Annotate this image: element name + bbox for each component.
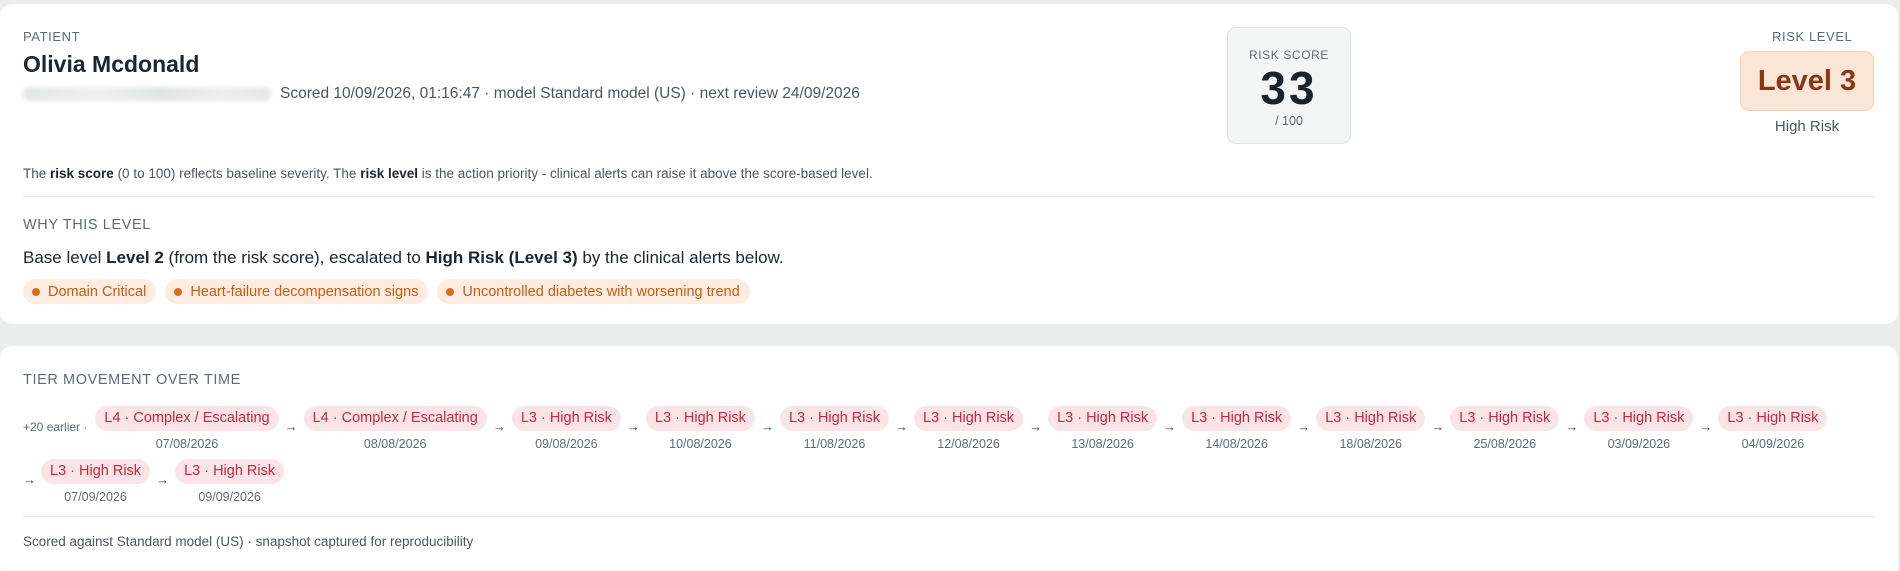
- alert-dot-icon: [446, 287, 455, 296]
- arrow-right-icon: →: [156, 472, 170, 487]
- explanation-term-level: risk level: [360, 166, 418, 181]
- risk-level-badge: Level 3: [1740, 51, 1874, 111]
- model-snapshot-note: Scored against Standard model (US) · sna…: [23, 534, 474, 549]
- tier-pill: L3 · High Risk: [1048, 406, 1158, 431]
- tier-pill: L3 · High Risk: [1182, 406, 1292, 431]
- arrow-right-icon: →: [626, 419, 640, 434]
- alert-dot-icon: [32, 287, 40, 296]
- tier-timeline-row: +20 earlier · L4 · Complex / Escalating 0…: [23, 406, 1828, 451]
- arrow-right-icon: →: [1297, 419, 1311, 434]
- tier-pill: L3 · High Risk: [511, 406, 621, 431]
- tier-movement-heading: TIER MOVEMENT OVER TIME: [23, 372, 241, 388]
- tier-step: L4 · Complex / Escalating 07/08/2026: [95, 406, 279, 451]
- tier-date: 08/08/2026: [363, 437, 427, 451]
- alert-dot-icon: [174, 287, 183, 296]
- tier-date: 12/08/2026: [937, 437, 1000, 451]
- why-text-part: Base level: [23, 248, 107, 267]
- risk-level-label: RISK LEVEL: [1772, 29, 1853, 44]
- tier-date: 14/08/2026: [1205, 437, 1268, 451]
- scoring-details: Scored 10/09/2026, 01:16:47 · model Stan…: [280, 85, 860, 102]
- why-level-text: Base level Level 2 (from the risk score)…: [23, 248, 784, 268]
- risk-score-value: 33: [1260, 62, 1318, 114]
- tier-step: L3 · High Risk 09/08/2026: [511, 406, 621, 451]
- tier-pill: L4 · Complex / Escalating: [303, 406, 487, 431]
- tier-date: 13/08/2026: [1071, 437, 1134, 451]
- patient-meta: Scored 10/09/2026, 01:16:47 · model Stan…: [23, 85, 860, 103]
- tier-step: L4 · Complex / Escalating 08/08/2026: [303, 406, 487, 451]
- tier-step: L3 · High Risk 14/08/2026: [1182, 406, 1292, 451]
- arrow-right-icon: →: [1431, 419, 1445, 434]
- tier-step: L3 · High Risk 11/08/2026: [779, 406, 889, 451]
- arrow-right-icon: →: [492, 419, 506, 434]
- earlier-count: +20 earlier ·: [23, 420, 88, 434]
- tier-pill: L3 · High Risk: [1584, 406, 1694, 431]
- risk-score-max: / 100: [1275, 114, 1303, 128]
- alert-label: Uncontrolled diabetes with worsening tre…: [462, 283, 740, 300]
- tier-date: 04/09/2026: [1741, 437, 1805, 451]
- tier-step: L3 · High Risk 18/08/2026: [1316, 406, 1426, 451]
- divider: [23, 196, 1875, 197]
- why-text-part: (from the risk score), escalated to: [163, 248, 426, 267]
- arrow-right-icon: →: [284, 419, 298, 434]
- why-text-part: by the clinical alerts below.: [577, 248, 784, 267]
- tier-step: L3 · High Risk 10/08/2026: [645, 406, 755, 451]
- why-level-heading: WHY THIS LEVEL: [23, 217, 151, 233]
- escalated-level: High Risk (Level 3): [425, 248, 578, 267]
- alert-label: Domain Critical: [48, 283, 147, 300]
- divider: [23, 516, 1875, 517]
- tier-pill: L3 · High Risk: [645, 406, 755, 431]
- tier-step: L3 · High Risk 07/09/2026: [41, 459, 151, 504]
- tier-step: L3 · High Risk 12/08/2026: [914, 406, 1024, 451]
- tier-pill: L3 · High Risk: [1316, 406, 1426, 431]
- arrow-right-icon: →: [1163, 419, 1177, 434]
- tier-pill: L3 · High Risk: [1450, 406, 1560, 431]
- tier-movement-card: TIER MOVEMENT OVER TIME +20 earlier · L4…: [0, 346, 1898, 571]
- tier-pill: L4 · Complex / Escalating: [95, 406, 279, 431]
- tier-pill: L3 · High Risk: [175, 459, 285, 484]
- arrow-right-icon: →: [23, 472, 36, 487]
- score-explanation: The risk score (0 to 100) reflects basel…: [23, 166, 873, 181]
- tier-date: 11/08/2026: [803, 437, 866, 451]
- risk-score-label: RISK SCORE: [1248, 48, 1329, 62]
- arrow-right-icon: →: [1699, 419, 1713, 434]
- patient-label: PATIENT: [23, 29, 81, 44]
- risk-score-box: RISK SCORE 33 / 100: [1227, 27, 1351, 144]
- risk-level-name: High Risk: [1774, 118, 1840, 135]
- tier-pill: L3 · High Risk: [1718, 406, 1828, 431]
- alert-chip: Heart-failure decompensation signs: [165, 279, 429, 304]
- tier-step: L3 · High Risk 25/08/2026: [1450, 406, 1560, 451]
- risk-summary-card: PATIENT Olivia Mcdonald Scored 10/09/202…: [0, 4, 1898, 324]
- tier-date: 09/09/2026: [198, 490, 261, 504]
- tier-date: 09/08/2026: [535, 437, 598, 451]
- explanation-text: The: [23, 166, 51, 181]
- tier-date: 10/08/2026: [669, 437, 732, 451]
- tier-step: L3 · High Risk 09/09/2026: [175, 459, 285, 504]
- alert-label: Heart-failure decompensation signs: [190, 283, 419, 300]
- explanation-term-score: risk score: [50, 166, 114, 181]
- tier-date: 07/09/2026: [64, 490, 127, 504]
- arrow-right-icon: →: [760, 419, 774, 434]
- base-level: Level 2: [106, 248, 164, 267]
- tier-date: 03/09/2026: [1607, 437, 1671, 451]
- arrow-right-icon: →: [1029, 419, 1043, 434]
- tier-date: 25/08/2026: [1473, 437, 1537, 451]
- tier-step: L3 · High Risk 13/08/2026: [1048, 406, 1158, 451]
- redacted-patient-id: [23, 87, 271, 101]
- arrow-right-icon: →: [1565, 419, 1579, 434]
- explanation-text: is the action priority - clinical alerts…: [417, 166, 873, 181]
- explanation-text: (0 to 100) reflects baseline severity. T…: [113, 166, 361, 181]
- tier-date: 07/08/2026: [155, 437, 219, 451]
- tier-pill: L3 · High Risk: [914, 406, 1024, 431]
- arrow-right-icon: →: [895, 419, 908, 434]
- clinical-alerts: Domain Critical Heart-failure decompensa…: [23, 279, 750, 304]
- tier-timeline-row: → L3 · High Risk 07/09/2026 → L3 · High R…: [23, 459, 285, 504]
- tier-pill: L3 · High Risk: [779, 406, 889, 431]
- tier-date: 18/08/2026: [1339, 437, 1402, 451]
- tier-pill: L3 · High Risk: [41, 459, 151, 484]
- tier-step: L3 · High Risk 04/09/2026: [1718, 406, 1828, 451]
- alert-chip: Domain Critical: [23, 279, 157, 304]
- tier-step: L3 · High Risk 03/09/2026: [1584, 406, 1694, 451]
- alert-chip: Uncontrolled diabetes with worsening tre…: [437, 279, 750, 304]
- patient-name: Olivia Mcdonald: [23, 51, 200, 77]
